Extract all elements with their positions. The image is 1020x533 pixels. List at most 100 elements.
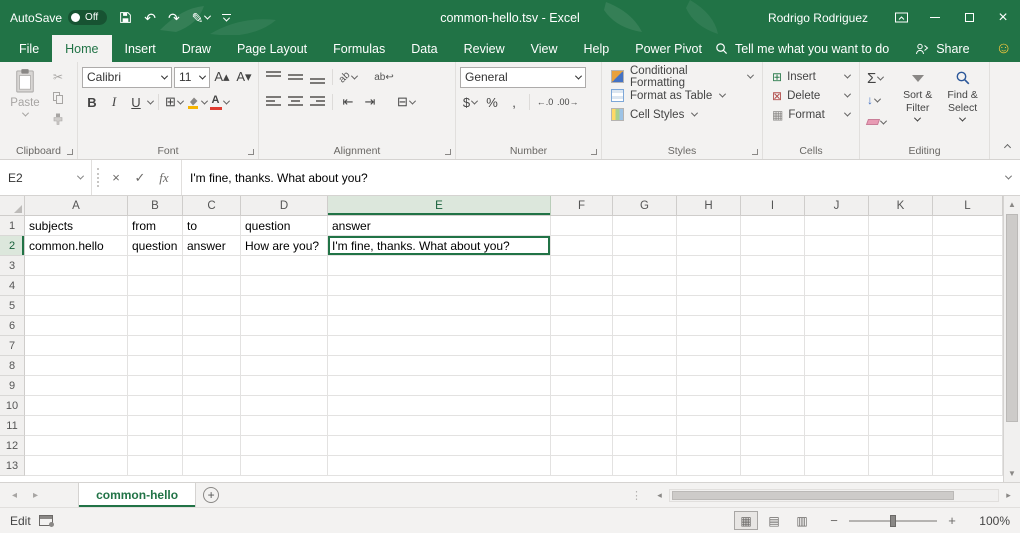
cell-B5[interactable]: [128, 296, 183, 316]
insert-cells-button[interactable]: ⊞ Insert: [767, 67, 855, 86]
cell-D11[interactable]: [241, 416, 328, 436]
copy-button[interactable]: [46, 89, 70, 107]
column-header-B[interactable]: B: [128, 196, 183, 216]
cell-I12[interactable]: [741, 436, 805, 456]
find-select-button[interactable]: Find & Select: [940, 66, 985, 143]
cell-A11[interactable]: [25, 416, 128, 436]
cell-D2[interactable]: How are you?: [241, 236, 328, 256]
share-button[interactable]: Share: [915, 42, 969, 56]
cell-L12[interactable]: [933, 436, 1003, 456]
redo-button[interactable]: ↷: [168, 11, 180, 25]
number-format-combo[interactable]: General: [460, 67, 586, 88]
cell-L5[interactable]: [933, 296, 1003, 316]
middle-align-button[interactable]: [285, 67, 305, 87]
cell-K13[interactable]: [869, 456, 933, 476]
cell-E1[interactable]: answer: [328, 216, 551, 236]
column-header-J[interactable]: J: [805, 196, 869, 216]
sheet-tab-common-hello[interactable]: common-hello: [78, 483, 196, 507]
increase-indent-button[interactable]: ⇥: [360, 92, 380, 112]
cell-B13[interactable]: [128, 456, 183, 476]
cell-H9[interactable]: [677, 376, 741, 396]
cell-C4[interactable]: [183, 276, 241, 296]
formula-input[interactable]: I'm fine, thanks. What about you?: [182, 160, 996, 195]
cell-C8[interactable]: [183, 356, 241, 376]
scroll-left-arrow[interactable]: ◂: [652, 490, 667, 501]
decrease-indent-button[interactable]: ⇤: [338, 92, 358, 112]
cell-F5[interactable]: [551, 296, 613, 316]
row-header-2[interactable]: 2: [0, 236, 25, 256]
cell-G7[interactable]: [613, 336, 677, 356]
cell-K12[interactable]: [869, 436, 933, 456]
grow-font-button[interactable]: A▴: [212, 67, 232, 87]
normal-view-button[interactable]: ▦: [734, 511, 758, 530]
cell-H2[interactable]: [677, 236, 741, 256]
clear-button[interactable]: [864, 112, 895, 132]
cell-J5[interactable]: [805, 296, 869, 316]
minimize-button[interactable]: [918, 0, 952, 35]
cell-G12[interactable]: [613, 436, 677, 456]
cell-F8[interactable]: [551, 356, 613, 376]
cell-G8[interactable]: [613, 356, 677, 376]
cell-G4[interactable]: [613, 276, 677, 296]
tell-me-box[interactable]: Tell me what you want to do: [715, 42, 889, 56]
cell-H5[interactable]: [677, 296, 741, 316]
macro-record-icon[interactable]: [39, 515, 53, 526]
cell-G11[interactable]: [613, 416, 677, 436]
column-header-F[interactable]: F: [551, 196, 613, 216]
fill-button[interactable]: ↓: [864, 90, 895, 110]
ribbon-tab-data[interactable]: Data: [398, 35, 450, 62]
align-left-button[interactable]: [263, 92, 283, 112]
cell-A6[interactable]: [25, 316, 128, 336]
merge-center-button[interactable]: ⊟: [396, 92, 416, 112]
collapse-ribbon-button[interactable]: [1005, 139, 1010, 153]
column-header-E[interactable]: E: [328, 196, 551, 216]
cell-L13[interactable]: [933, 456, 1003, 476]
cell-A12[interactable]: [25, 436, 128, 456]
save-button[interactable]: [119, 11, 132, 24]
cell-I5[interactable]: [741, 296, 805, 316]
cell-D1[interactable]: question: [241, 216, 328, 236]
cell-J13[interactable]: [805, 456, 869, 476]
previous-sheet-arrow[interactable]: ◂: [12, 490, 17, 501]
formula-bar-divider[interactable]: [92, 168, 99, 187]
cell-F4[interactable]: [551, 276, 613, 296]
cell-E10[interactable]: [328, 396, 551, 416]
next-sheet-arrow[interactable]: ▸: [33, 490, 38, 501]
cell-C1[interactable]: to: [183, 216, 241, 236]
vertical-scrollbar[interactable]: ▲ ▼: [1003, 196, 1020, 482]
cell-F7[interactable]: [551, 336, 613, 356]
comma-style-button[interactable]: ,: [504, 92, 524, 112]
row-header-5[interactable]: 5: [0, 296, 25, 316]
ribbon-tab-help[interactable]: Help: [571, 35, 623, 62]
cell-L6[interactable]: [933, 316, 1003, 336]
cell-D9[interactable]: [241, 376, 328, 396]
row-header-11[interactable]: 11: [0, 416, 25, 436]
cell-L1[interactable]: [933, 216, 1003, 236]
cell-A2[interactable]: common.hello: [25, 236, 128, 256]
column-header-C[interactable]: C: [183, 196, 241, 216]
cell-I7[interactable]: [741, 336, 805, 356]
cell-C13[interactable]: [183, 456, 241, 476]
tab-scroll-split-handle[interactable]: ⋮: [625, 489, 648, 502]
cell-H8[interactable]: [677, 356, 741, 376]
cell-D4[interactable]: [241, 276, 328, 296]
cell-L2[interactable]: [933, 236, 1003, 256]
cell-J2[interactable]: [805, 236, 869, 256]
row-header-4[interactable]: 4: [0, 276, 25, 296]
cell-E7[interactable]: [328, 336, 551, 356]
shrink-font-button[interactable]: A▾: [234, 67, 254, 87]
italic-button[interactable]: I: [104, 92, 124, 112]
font-name-combo[interactable]: Calibri: [82, 67, 172, 88]
name-box[interactable]: E2: [0, 160, 92, 195]
cell-D13[interactable]: [241, 456, 328, 476]
cell-I8[interactable]: [741, 356, 805, 376]
cancel-button[interactable]: ×: [107, 170, 125, 185]
cell-J3[interactable]: [805, 256, 869, 276]
column-header-I[interactable]: I: [741, 196, 805, 216]
draw-touch-button[interactable]: ✎: [192, 11, 211, 25]
format-cells-button[interactable]: ▦ Format: [767, 105, 855, 124]
cell-B1[interactable]: from: [128, 216, 183, 236]
page-break-view-button[interactable]: ▥: [790, 511, 814, 530]
cell-K1[interactable]: [869, 216, 933, 236]
cell-B7[interactable]: [128, 336, 183, 356]
